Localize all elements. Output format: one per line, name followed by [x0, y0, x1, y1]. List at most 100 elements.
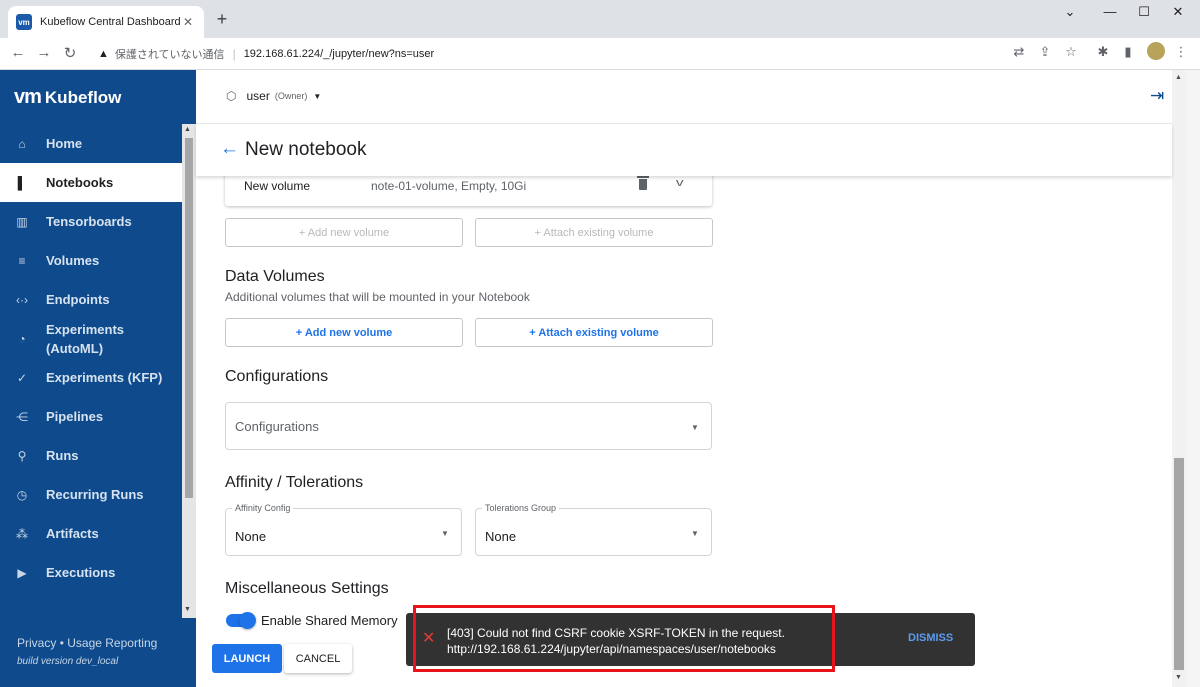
- dropdown-arrow-icon: ▼: [691, 423, 699, 432]
- data-volumes-subtitle: Additional volumes that will be mounted …: [225, 290, 530, 304]
- sidebar-scroll-thumb[interactable]: [185, 138, 193, 498]
- omnibox-divider: |: [232, 47, 236, 61]
- tolerations-group-value: None: [485, 529, 517, 544]
- scroll-up-icon[interactable]: ▲: [1175, 74, 1182, 81]
- misc-settings-title: Miscellaneous Settings: [225, 580, 389, 597]
- workspace-attach-volume-button[interactable]: + Attach existing volume: [475, 218, 713, 247]
- shared-memory-toggle[interactable]: [226, 612, 256, 629]
- highlight-annotation: [413, 605, 835, 672]
- tolerations-group-label: Tolerations Group: [482, 503, 560, 513]
- chart-icon: ▥: [16, 214, 28, 229]
- cancel-button[interactable]: CANCEL: [284, 644, 352, 673]
- scroll-down-icon[interactable]: ▼: [184, 606, 191, 613]
- address-bar[interactable]: ▲ 保護されていない通信 | 192.168.61.224/_/jupyter/…: [88, 42, 1088, 66]
- top-bar: ⬡ user (Owner) ▼ ⇥: [196, 70, 1200, 124]
- page-scroll-thumb[interactable]: [1174, 458, 1184, 670]
- back-arrow-icon[interactable]: ←: [220, 138, 239, 160]
- dropdown-caret-icon: ▼: [313, 91, 322, 101]
- sidebar-item-home[interactable]: ⌂ Home: [0, 124, 182, 163]
- sidebar-item-volumes[interactable]: ≡ Volumes: [0, 241, 182, 280]
- tab-title: Kubeflow Central Dashboard: [40, 16, 180, 28]
- forward-icon[interactable]: →: [34, 44, 54, 61]
- affinity-config-select[interactable]: None ▼: [225, 508, 462, 556]
- volume-description: note-01-volume, Empty, 10Gi: [371, 179, 527, 193]
- sidebar-item-runs[interactable]: ⚲ Runs: [0, 436, 182, 475]
- sidebar-item-executions[interactable]: ▶ Executions: [0, 553, 182, 592]
- sidebar-item-endpoints[interactable]: ‹·› Endpoints: [0, 280, 182, 319]
- translate-icon[interactable]: ⇄: [1010, 44, 1028, 60]
- extensions-icon[interactable]: ✱: [1094, 44, 1112, 60]
- data-add-volume-button[interactable]: + Add new volume: [225, 318, 463, 347]
- volume-name: New volume: [244, 179, 311, 193]
- launch-button[interactable]: LAUNCH: [212, 644, 282, 673]
- sidebar-item-label: Endpoints: [46, 292, 110, 307]
- speed-icon: ◔: [18, 331, 26, 346]
- warning-icon[interactable]: ▲: [98, 48, 109, 60]
- workspace-volume-card[interactable]: New volume note-01-volume, Empty, 10Gi v: [225, 176, 712, 206]
- sidebar-item-label: Executions: [46, 565, 116, 580]
- sidebar-item-label: Runs: [46, 448, 79, 463]
- sidebar-menu: ⌂ Home ▌ Notebooks ▥ Tensorboards ≡ Volu…: [0, 124, 182, 612]
- usage-reporting-link[interactable]: Usage Reporting: [67, 636, 157, 650]
- close-tab-icon[interactable]: ✕: [180, 15, 196, 29]
- sidebar-item-artifacts[interactable]: ⁂ Artifacts: [0, 514, 182, 553]
- sidebar-item-experiments-automl[interactable]: ◔ Experiments (AutoML): [0, 319, 182, 358]
- minimize-window-icon[interactable]: —: [1096, 4, 1124, 19]
- sidebar-item-label: Recurring Runs: [46, 487, 144, 502]
- footer-separator: •: [59, 636, 64, 650]
- privacy-link[interactable]: Privacy: [17, 636, 56, 650]
- pipeline-icon: ⋲: [16, 409, 28, 424]
- profile-avatar[interactable]: [1147, 42, 1165, 60]
- sidebar-item-label: Notebooks: [46, 175, 114, 190]
- dismiss-button[interactable]: DISMISS: [908, 632, 953, 644]
- sidebar-item-label: Pipelines: [46, 409, 104, 424]
- sidebar-scrollbar[interactable]: ▲ ▼: [182, 124, 196, 618]
- back-icon[interactable]: ←: [8, 44, 28, 61]
- configurations-select[interactable]: Configurations ▼: [225, 402, 712, 450]
- sidebar-item-experiments-kfp[interactable]: ✓ Experiments (KFP): [0, 358, 182, 397]
- sidebar-item-tensorboards[interactable]: ▥ Tensorboards: [0, 202, 182, 241]
- sidebar: vm Kubeflow ⌂ Home ▌ Notebooks ▥ Tensorb…: [0, 70, 196, 687]
- chevron-down-icon[interactable]: v: [676, 177, 684, 189]
- shared-memory-label: Enable Shared Memory: [261, 613, 398, 628]
- new-tab-icon[interactable]: +: [212, 9, 232, 30]
- sidebar-item-label: Experiments (KFP): [46, 370, 163, 385]
- logout-icon[interactable]: ⇥: [1150, 86, 1164, 106]
- sidebar-item-recurring-runs[interactable]: ◷ Recurring Runs: [0, 475, 182, 514]
- page-scrollbar[interactable]: ▲ ▼: [1172, 70, 1186, 687]
- namespace-cube-icon: ⬡: [226, 89, 237, 103]
- sidebar-item-label: Volumes: [46, 253, 100, 268]
- kubeflow-logo[interactable]: vm Kubeflow: [14, 86, 121, 109]
- browser-toolbar: ← → ↻ ▲ 保護されていない通信 | 192.168.61.224/_/ju…: [0, 38, 1200, 70]
- maximize-window-icon[interactable]: ☐: [1130, 4, 1158, 20]
- sidebar-item-pipelines[interactable]: ⋲ Pipelines: [0, 397, 182, 436]
- tab-search-chevron-icon[interactable]: ⌄: [1056, 4, 1084, 20]
- affinity-title: Affinity / Tolerations: [225, 474, 364, 491]
- bookmark-star-icon[interactable]: ☆: [1062, 44, 1080, 60]
- delete-icon[interactable]: [637, 176, 649, 192]
- home-icon: ⌂: [18, 136, 26, 151]
- share-icon[interactable]: ⇪: [1036, 44, 1054, 60]
- namespace-role: (Owner): [274, 91, 308, 101]
- workspace-add-volume-button[interactable]: + Add new volume: [225, 218, 463, 247]
- reload-icon[interactable]: ↻: [60, 44, 80, 62]
- scroll-up-icon[interactable]: ▲: [184, 126, 191, 133]
- toggle-knob[interactable]: [239, 612, 256, 629]
- notebook-icon: ▌: [17, 175, 27, 190]
- browser-tab[interactable]: vm Kubeflow Central Dashboard ✕: [8, 6, 204, 38]
- sidebar-item-notebooks[interactable]: ▌ Notebooks: [0, 163, 182, 202]
- build-version: build version dev_local: [17, 656, 119, 667]
- sidebar-item-label: Artifacts: [46, 526, 99, 541]
- close-window-icon[interactable]: ✕: [1164, 4, 1192, 20]
- tolerations-group-select[interactable]: None ▼: [475, 508, 712, 556]
- dropdown-arrow-icon: ▼: [691, 529, 699, 538]
- scroll-down-icon[interactable]: ▼: [1175, 674, 1182, 681]
- affinity-config-label: Affinity Config: [232, 503, 294, 513]
- data-attach-volume-button[interactable]: + Attach existing volume: [475, 318, 713, 347]
- namespace-selector[interactable]: ⬡ user (Owner) ▼: [226, 89, 321, 103]
- browser-menu-icon[interactable]: ⋮: [1172, 44, 1190, 60]
- configurations-title: Configurations: [225, 368, 329, 385]
- page-title: New notebook: [245, 139, 367, 160]
- side-panel-icon[interactable]: ▮: [1119, 44, 1137, 60]
- browser-tab-bar: vm Kubeflow Central Dashboard ✕ + ⌄ — ☐ …: [0, 0, 1200, 38]
